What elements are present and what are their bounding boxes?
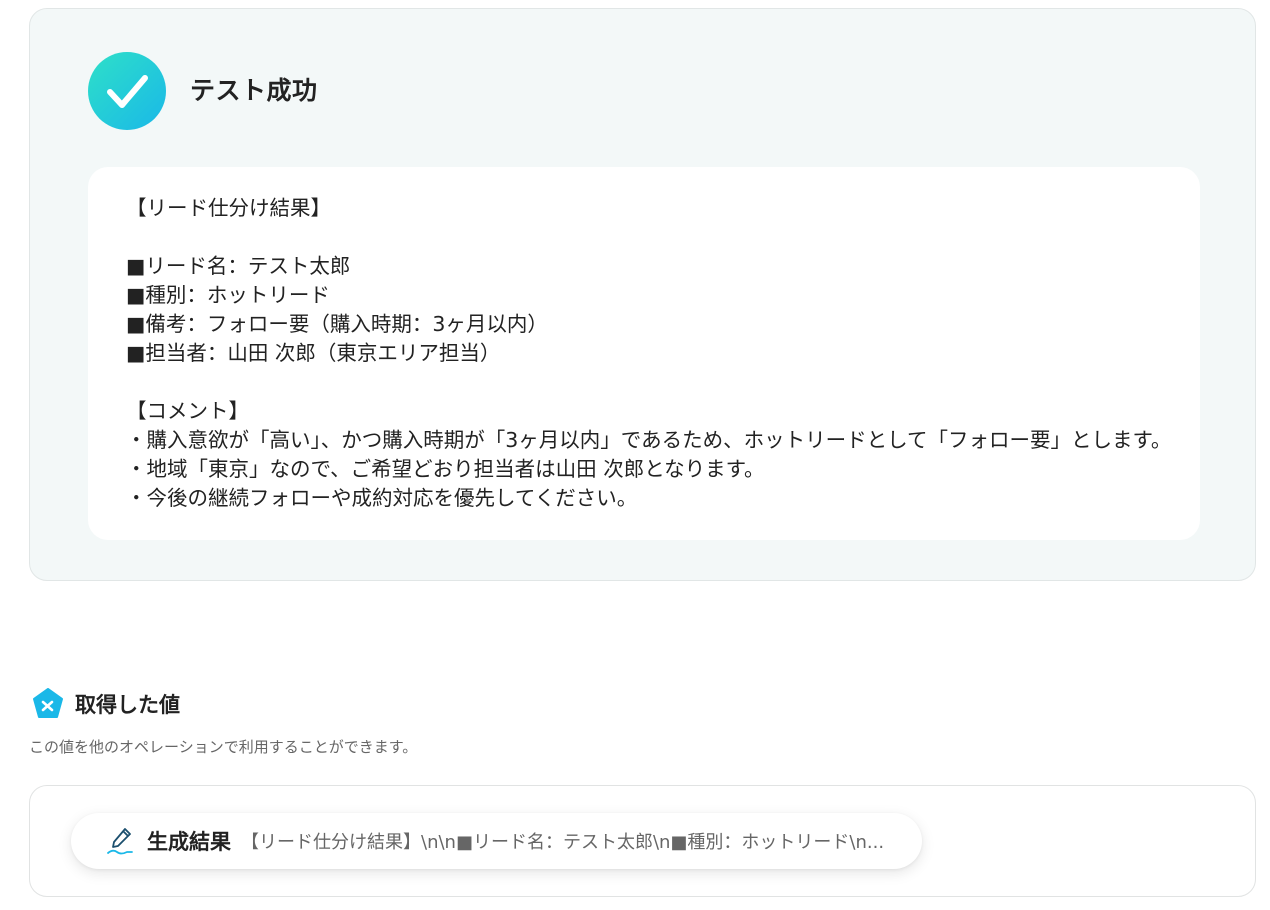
acquired-values-description: この値を他のオペレーションで利用することができます。 [29, 738, 418, 756]
acquired-values-panel: 生成結果 【リード仕分け結果】\n\n■リード名：テスト太郎\n■種別：ホットリ… [29, 785, 1256, 897]
pen-icon [107, 828, 133, 855]
result-output-card: 【リード仕分け結果】 ■リード名：テスト太郎 ■種別：ホットリード ■備考：フォ… [88, 167, 1200, 540]
result-output-text: 【リード仕分け結果】 ■リード名：テスト太郎 ■種別：ホットリード ■備考：フォ… [126, 196, 1172, 510]
acquired-values-title: 取得した値 [75, 693, 180, 717]
test-success-panel: テスト成功 【リード仕分け結果】 ■リード名：テスト太郎 ■種別：ホットリード … [29, 8, 1256, 581]
value-chip-label: 生成結果 [147, 830, 231, 854]
success-title: テスト成功 [190, 76, 318, 105]
value-chip-preview: 【リード仕分け結果】\n\n■リード名：テスト太郎\n■種別：ホットリード\n.… [241, 832, 885, 853]
pentagon-x-icon [33, 688, 63, 718]
acquired-values-header: 取得した値 [32, 686, 180, 722]
value-chip-generation-result[interactable]: 生成結果 【リード仕分け結果】\n\n■リード名：テスト太郎\n■種別：ホットリ… [71, 813, 922, 869]
check-circle-icon [88, 52, 166, 130]
